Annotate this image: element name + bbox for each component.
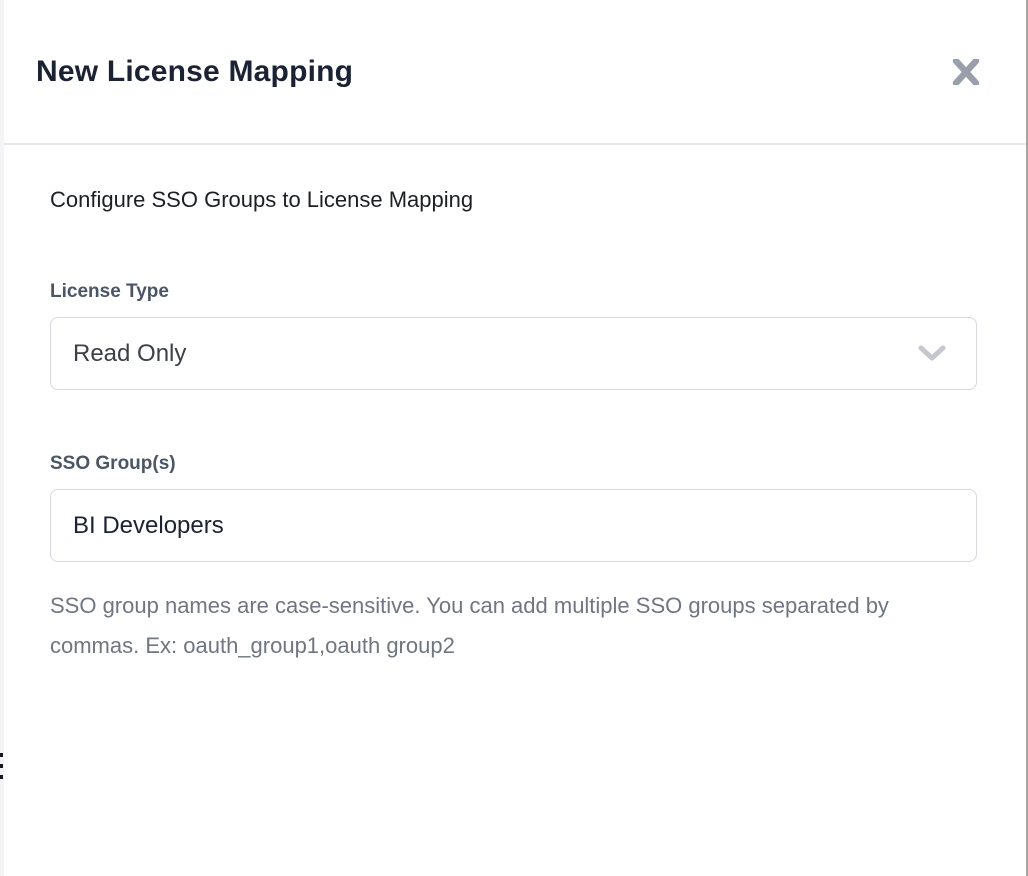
sso-groups-field: SSO Group(s) SSO group names are case-se… [50,453,979,666]
close-button[interactable] [948,55,984,89]
dialog-subtitle: Configure SSO Groups to License Mapping [50,187,979,213]
list-dash [0,775,3,779]
license-type-select[interactable]: Read Only [50,317,977,390]
sso-groups-input[interactable] [50,489,977,562]
license-type-field: License Type Read Only [50,281,979,390]
license-type-selected-value: Read Only [73,340,186,368]
spacer [50,390,979,453]
list-dash [0,764,3,768]
chevron-down-icon [918,345,946,362]
sso-groups-helper-text: SSO group names are case-sensitive. You … [50,586,898,666]
sso-groups-label: SSO Group(s) [50,453,979,475]
dialog-body: Configure SSO Groups to License Mapping … [4,145,1026,666]
license-type-label: License Type [50,281,979,303]
new-license-mapping-dialog: New License Mapping Configure SSO Groups… [4,0,1026,876]
list-dash [0,753,3,757]
background-list-icon [0,753,3,786]
dialog-header: New License Mapping [4,0,1026,145]
x-icon [952,59,980,85]
dialog-title: New License Mapping [36,55,353,89]
